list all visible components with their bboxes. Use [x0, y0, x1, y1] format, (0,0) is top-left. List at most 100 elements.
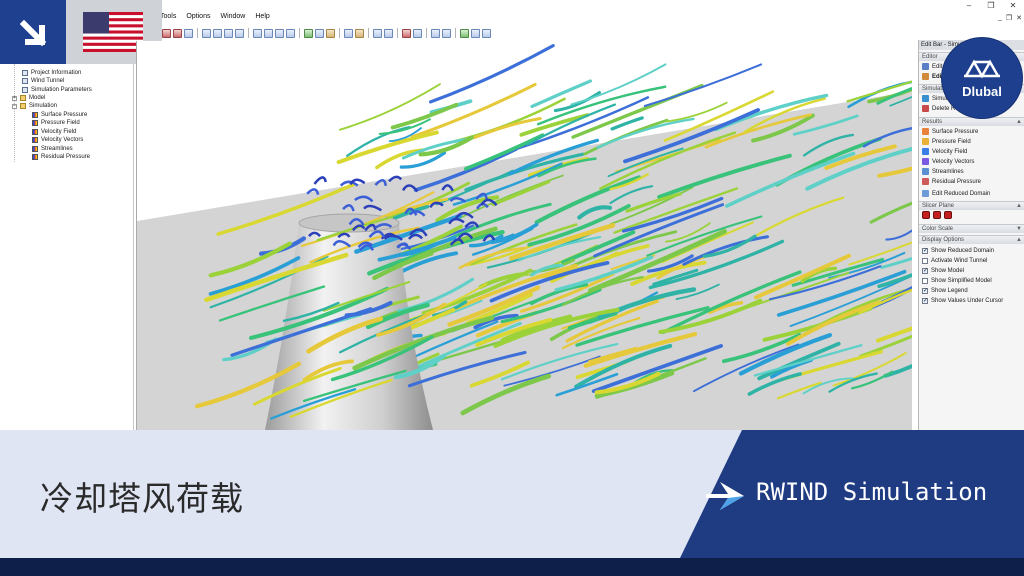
measure-icon[interactable] — [384, 28, 393, 38]
chevron-up-icon[interactable]: ▲ — [1016, 236, 1022, 245]
result-velocity-field[interactable]: Velocity Field — [922, 147, 967, 156]
nav-label: Simulation Parameters — [31, 87, 92, 93]
nav-wind-tunnel[interactable]: Wind Tunnel — [22, 77, 64, 85]
slicer-y-icon[interactable] — [933, 211, 941, 219]
reduced-domain-icon — [922, 190, 929, 197]
edit-icon — [922, 73, 929, 80]
us-flag-icon[interactable] — [83, 12, 143, 52]
pan-icon[interactable] — [184, 28, 193, 38]
option-activate-wind-tunnel[interactable]: Activate Wind Tunnel — [922, 256, 987, 265]
edit-icon[interactable] — [373, 28, 382, 38]
solid-icon[interactable] — [355, 28, 364, 38]
checkbox[interactable]: ✓ — [922, 297, 928, 304]
dlubal-logo-text: Dlubal — [962, 84, 1002, 99]
project-navigator: Project Information Wind Tunnel Simulati… — [0, 64, 134, 430]
nav-streamlines[interactable]: Streamlines — [32, 145, 73, 153]
wireframe-icon[interactable] — [344, 28, 353, 38]
menu-options[interactable]: Options — [186, 13, 210, 25]
section-slicer-plane[interactable]: Slicer Plane ▲ — [919, 201, 1024, 210]
result-velocity-vectors[interactable]: Velocity Vectors — [922, 157, 974, 166]
view-iso-icon[interactable] — [235, 28, 244, 38]
checkbox[interactable] — [922, 257, 928, 264]
option-show-model[interactable]: ✓ Show Model — [922, 266, 964, 275]
render-icon[interactable] — [315, 28, 324, 38]
minimize-button[interactable]: – — [964, 1, 974, 10]
streamline-scene[interactable] — [137, 41, 912, 430]
item-label: Streamlines — [932, 168, 964, 175]
option-show-simplified-model[interactable]: Show Simplified Model — [922, 276, 992, 285]
result-residual-pressure[interactable]: Residual Pressure — [922, 177, 981, 186]
grid-icon[interactable] — [431, 28, 440, 38]
model-icon[interactable] — [162, 28, 171, 38]
slicer-z-icon[interactable] — [944, 211, 952, 219]
doc-restore-button[interactable]: ❐ — [1006, 14, 1012, 22]
view-side-icon[interactable] — [213, 28, 222, 38]
checkbox[interactable] — [922, 277, 928, 284]
checkbox[interactable]: ✓ — [922, 267, 928, 274]
doc-close-button[interactable]: ✕ — [1016, 14, 1022, 22]
toolbar-separator — [197, 28, 198, 38]
nav-residual-pressure[interactable]: Residual Pressure — [32, 153, 90, 161]
close-button[interactable]: ✕ — [1008, 1, 1018, 10]
clip-icon[interactable] — [413, 28, 422, 38]
simulation-icon — [922, 95, 929, 102]
chevron-up-icon[interactable]: ▲ — [1016, 202, 1022, 211]
arrow-right-icon — [706, 482, 744, 510]
section-color-scale[interactable]: Color Scale ▼ — [919, 224, 1024, 233]
result-icon — [32, 137, 38, 143]
menu-help[interactable]: Help — [255, 13, 269, 25]
checkbox[interactable]: ✓ — [922, 247, 928, 254]
edit-reduced-domain-item[interactable]: Edit Reduced Domain — [922, 189, 990, 198]
view-front-icon[interactable] — [202, 28, 211, 38]
snap-icon[interactable] — [442, 28, 451, 38]
display-mode-icon[interactable] — [326, 28, 335, 38]
mesh-icon[interactable] — [460, 28, 469, 38]
menu-tools[interactable]: Tools — [160, 13, 176, 25]
checkbox[interactable]: ✓ — [922, 287, 928, 294]
slicer-x-icon[interactable] — [922, 211, 930, 219]
item-label: Pressure Field — [932, 138, 971, 145]
edit-item[interactable]: Edit — [922, 72, 943, 81]
menu-window[interactable]: Window — [220, 13, 245, 25]
nav-velocity-field[interactable]: Velocity Field — [32, 128, 76, 136]
nav-project-information[interactable]: Project Information — [22, 69, 81, 77]
3d-viewport[interactable] — [136, 41, 912, 430]
nav-simulation-parameters[interactable]: Simulation Parameters — [22, 86, 92, 94]
nav-simulation[interactable]: − Simulation — [12, 102, 57, 110]
doc-minimize-button[interactable]: _ — [998, 14, 1002, 22]
delete-icon — [922, 105, 929, 112]
results-icon[interactable] — [173, 28, 182, 38]
nav-surface-pressure[interactable]: Surface Pressure — [32, 111, 87, 119]
zoom-icon[interactable] — [264, 28, 273, 38]
zoom-window-icon[interactable] — [275, 28, 284, 38]
nav-model[interactable]: + Model — [12, 94, 45, 102]
chevron-up-icon[interactable]: ▲ — [1016, 118, 1022, 127]
nav-velocity-vectors[interactable]: Velocity Vectors — [32, 136, 83, 144]
result-streamlines[interactable]: Streamlines — [922, 167, 964, 176]
section-results[interactable]: Results ▲ — [919, 117, 1024, 126]
settings-icon[interactable] — [482, 28, 491, 38]
nav-label: Model — [29, 95, 46, 101]
nav-label: Project Information — [31, 70, 82, 76]
option-show-legend[interactable]: ✓ Show Legend — [922, 286, 968, 295]
expand-toggle[interactable]: + — [12, 95, 17, 101]
collapse-toggle[interactable]: − — [12, 103, 17, 109]
option-show-values-under-cursor[interactable]: ✓ Show Values Under Cursor — [922, 296, 1003, 305]
option-show-reduced-domain[interactable]: ✓ Show Reduced Domain — [922, 246, 994, 255]
maximize-button[interactable]: ❐ — [986, 1, 996, 10]
wind-tunnel-icon — [22, 78, 28, 84]
section-icon[interactable] — [402, 28, 411, 38]
item-label: Edit Reduced Domain — [932, 190, 991, 197]
item-label: Velocity Vectors — [932, 158, 975, 165]
result-pressure-field[interactable]: Pressure Field — [922, 137, 971, 146]
rotate-icon[interactable] — [253, 28, 262, 38]
lock-icon[interactable] — [471, 28, 480, 38]
select-icon[interactable] — [304, 28, 313, 38]
view-top-icon[interactable] — [224, 28, 233, 38]
section-display-options[interactable]: Display Options ▲ — [919, 235, 1024, 244]
zoom-all-icon[interactable] — [286, 28, 295, 38]
result-surface-pressure[interactable]: Surface Pressure — [922, 127, 978, 136]
nav-pressure-field[interactable]: Pressure Field — [32, 119, 80, 127]
toolbar-separator — [339, 28, 340, 38]
chevron-down-icon[interactable]: ▼ — [1016, 225, 1022, 234]
